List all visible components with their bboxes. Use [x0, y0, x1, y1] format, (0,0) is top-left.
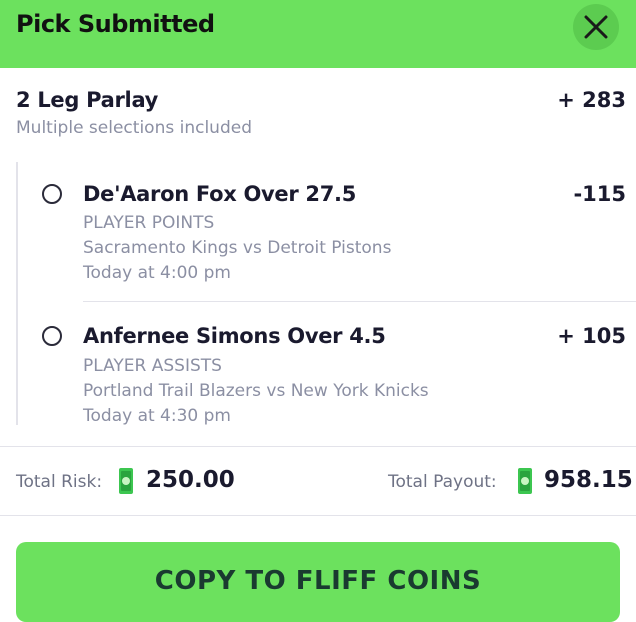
close-button[interactable]	[573, 4, 619, 50]
leg-1-title: De'Aaron Fox Over 27.5	[83, 182, 357, 206]
total-payout-label: Total Payout:	[388, 472, 497, 492]
close-icon	[584, 15, 608, 39]
leg-1-market: PLAYER POINTS	[83, 213, 215, 233]
leg-1-matchup: Sacramento Kings vs Detroit Pistons	[83, 238, 392, 258]
leg-2-matchup: Portland Trail Blazers vs New York Knick…	[83, 381, 429, 401]
leg-divider	[83, 301, 636, 302]
leg-1-radio[interactable]	[42, 184, 62, 204]
parlay-subtitle: Multiple selections included	[16, 118, 252, 138]
copy-to-fliff-coins-button[interactable]: COPY TO FLIFF COINS	[16, 542, 620, 622]
leg-2-market: PLAYER ASSISTS	[83, 356, 222, 376]
leg-1-time: Today at 4:00 pm	[83, 263, 231, 283]
leg-2-radio[interactable]	[42, 326, 62, 346]
header-bar: Pick Submitted	[0, 0, 636, 68]
leg-1-odds: -115	[573, 182, 626, 206]
total-risk-value: 250.00	[146, 467, 235, 493]
parlay-title: 2 Leg Parlay	[16, 88, 159, 112]
parlay-odds: + 283	[557, 88, 626, 112]
page-title: Pick Submitted	[16, 10, 215, 38]
leg-2-odds: + 105	[557, 324, 626, 348]
cash-coin-icon	[119, 468, 133, 494]
leg-2-time: Today at 4:30 pm	[83, 406, 231, 426]
totals-top-divider	[0, 446, 636, 447]
legs-rail	[16, 162, 18, 425]
total-risk-label: Total Risk:	[16, 472, 103, 492]
totals-bottom-divider	[0, 515, 636, 516]
leg-2-title: Anfernee Simons Over 4.5	[83, 324, 386, 348]
total-payout-value: 958.15	[544, 467, 633, 493]
cash-coin-icon	[518, 468, 532, 494]
